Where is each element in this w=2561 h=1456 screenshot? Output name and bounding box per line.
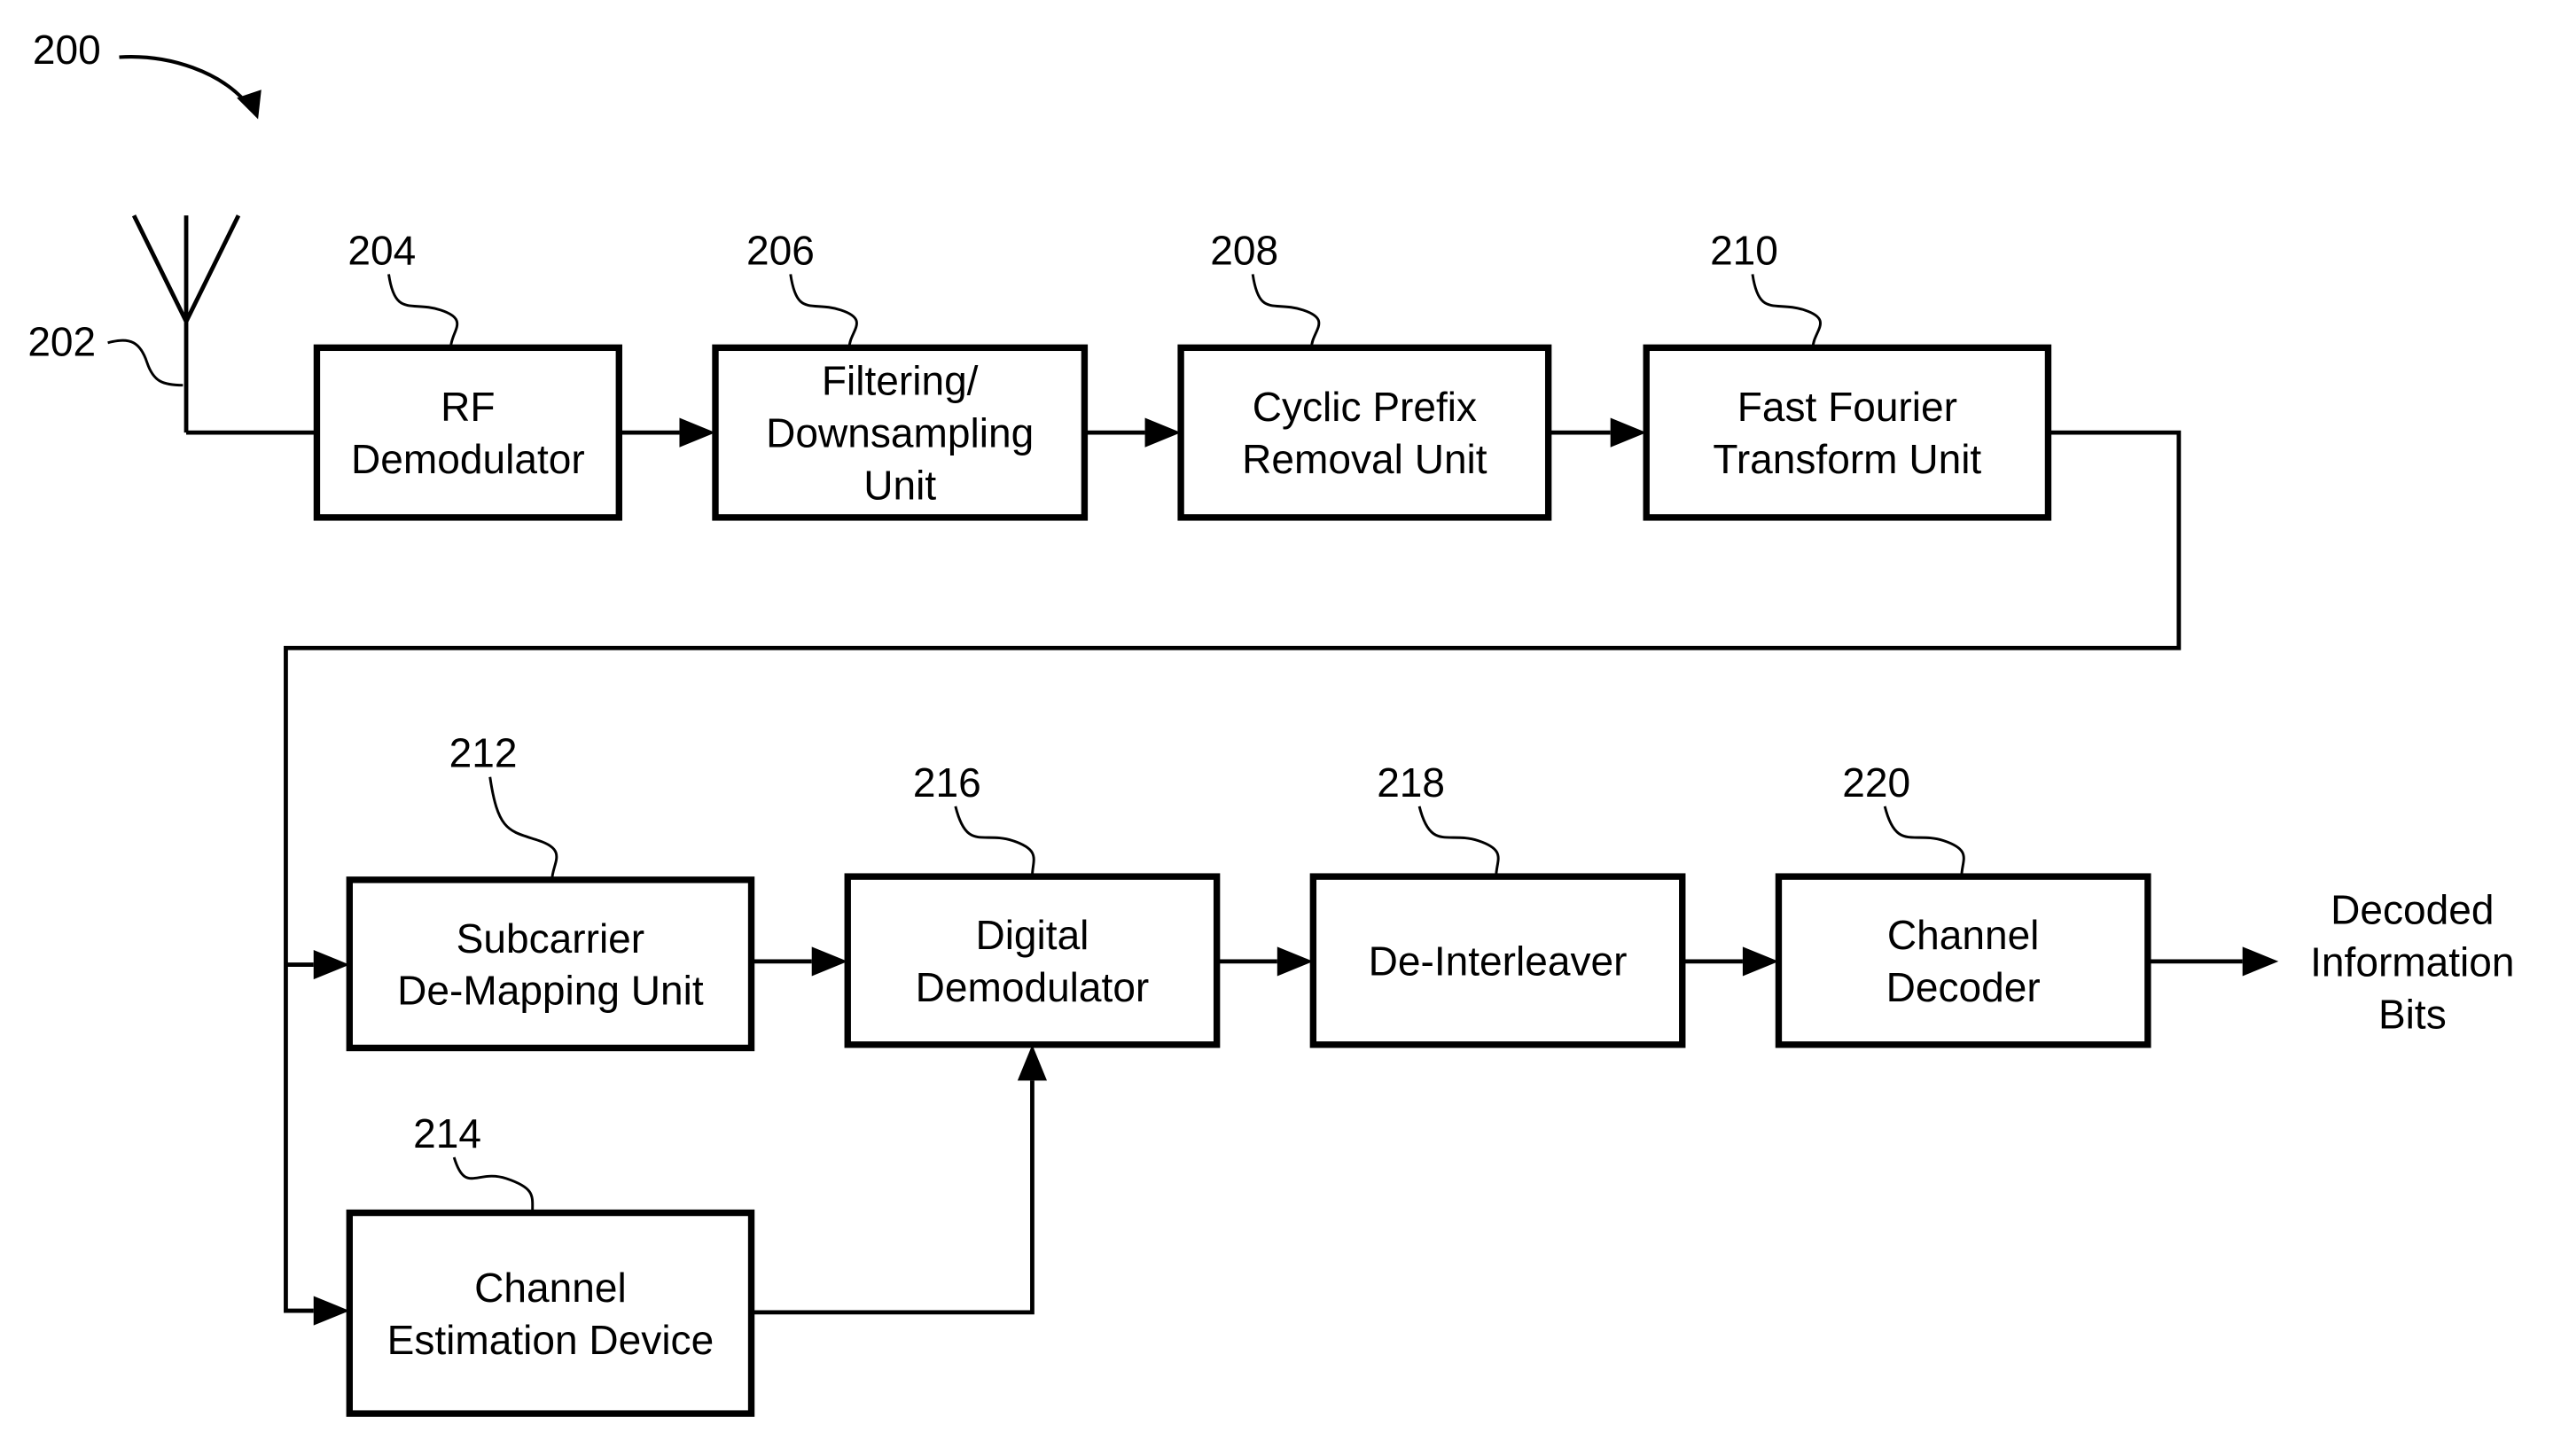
- antenna-icon: [131, 214, 241, 433]
- receiver-block-diagram: RF Demodulator Filtering/Downsampling Unit C…: [27, 27, 2515, 1417]
- label-line: Transform Unit: [1713, 436, 1981, 482]
- ref-leader-line: [954, 806, 1035, 877]
- wire-estimation-to-demod: [751, 1080, 1035, 1315]
- rf-demodulator-box: [313, 344, 622, 521]
- ref-leader-line: [1251, 274, 1321, 348]
- blocks: RF Demodulator Filtering/Downsampling Unit C…: [313, 344, 2151, 1417]
- cyclic-prefix-removal-unit-ref-number: 208: [1210, 227, 1278, 273]
- wire-fft-bus: [284, 430, 2182, 1313]
- arrowhead: [1742, 946, 1779, 977]
- figure-pointer-arrow: [119, 55, 246, 103]
- label-line: Digital: [975, 912, 1089, 958]
- ref-leader-line: [789, 274, 858, 348]
- label-line: Channel: [1887, 912, 2040, 958]
- ref-leader-line: [488, 776, 558, 880]
- digital-demodulator-ref-number: 216: [913, 759, 981, 806]
- arrowhead: [313, 950, 350, 980]
- ref-leader-line: [387, 274, 459, 348]
- label-line: Bits: [2378, 991, 2447, 1037]
- label-line: Filtering/: [822, 358, 979, 404]
- de-interleaver-block: De-Interleaver: [1309, 873, 1686, 1048]
- label-line: RF: [441, 384, 495, 430]
- channel-estimation-device-block: Channel Estimation Device: [346, 1209, 755, 1417]
- fast-fourier-transform-unit-block: Fast Fourier Transform Unit: [1643, 344, 2052, 521]
- label-line: Subcarrier: [457, 915, 644, 962]
- fast-fourier-transform-unit-ref-number: 210: [1710, 227, 1778, 273]
- arrowhead: [1610, 417, 1647, 448]
- label-line: Channel: [474, 1265, 627, 1311]
- subcarrier-de-mapping-unit-ref-number: 212: [449, 730, 518, 776]
- channel-decoder-box: [1775, 873, 2151, 1048]
- rf-demodulator-block: RF Demodulator: [313, 344, 622, 521]
- ref-leader-line: [1417, 806, 1500, 877]
- filtering-downsampling-unit-block: Filtering/Downsampling Unit: [712, 344, 1089, 521]
- ref-leader-line: [1751, 274, 1822, 348]
- label-line: De-Mapping Unit: [397, 968, 704, 1014]
- label-line: Demodulator: [916, 964, 1150, 1010]
- output-label: Decoded Information Bits: [2310, 887, 2514, 1038]
- label-line: Fast Fourier: [1737, 384, 1957, 430]
- label-line: Removal Unit: [1242, 436, 1487, 482]
- arrowhead: [811, 946, 848, 977]
- digital-demodulator-block: Digital Demodulator: [844, 873, 1221, 1048]
- arrowhead: [1144, 417, 1182, 448]
- antenna-ref-leader: [107, 339, 183, 387]
- rf-demodulator-ref-number: 204: [347, 227, 416, 273]
- de-interleaver-ref-number: 218: [1377, 759, 1445, 806]
- arrowhead: [1277, 946, 1314, 977]
- ref-leader-line: [1883, 806, 1965, 877]
- channel-estimation-device-box: [346, 1209, 755, 1417]
- ref-leader-line: [452, 1156, 535, 1213]
- fast-fourier-transform-unit-box: [1643, 344, 2052, 521]
- label-line: Decoder: [1886, 964, 2041, 1010]
- label-line: Unit: [863, 463, 936, 509]
- label-line: Decoded: [2331, 887, 2494, 933]
- label-line: Demodulator: [351, 436, 585, 482]
- label-line: Cyclic Prefix: [1253, 384, 1477, 430]
- label-line: De-Interleaver: [1369, 938, 1628, 985]
- channel-decoder-ref-number: 220: [1842, 759, 1910, 806]
- cyclic-prefix-removal-unit-box: [1177, 344, 1552, 521]
- label-line: Information: [2310, 938, 2514, 985]
- label-line: Downsampling: [766, 410, 1034, 456]
- antenna-ref-label: 202: [27, 319, 96, 365]
- subcarrier-de-mapping-unit-box: [346, 876, 755, 1052]
- channel-decoder-block: Channel Decoder: [1775, 873, 2151, 1048]
- arrowhead: [679, 417, 716, 448]
- label-line: Estimation Device: [387, 1317, 714, 1363]
- filtering-downsampling-unit-ref-number: 206: [746, 227, 815, 273]
- arrowhead: [1017, 1044, 1048, 1081]
- de-interleaver-label: De-Interleaver: [1369, 938, 1628, 985]
- arrowhead: [2242, 946, 2279, 977]
- figure-number-label: 200: [33, 27, 101, 73]
- arrowhead: [313, 1296, 350, 1326]
- channel-estimation-device-ref-number: 214: [413, 1110, 481, 1156]
- cyclic-prefix-removal-unit-block: Cyclic Prefix Removal Unit: [1177, 344, 1552, 521]
- digital-demodulator-box: [844, 873, 1221, 1048]
- subcarrier-de-mapping-unit-block: Subcarrier De-Mapping Unit: [346, 876, 755, 1052]
